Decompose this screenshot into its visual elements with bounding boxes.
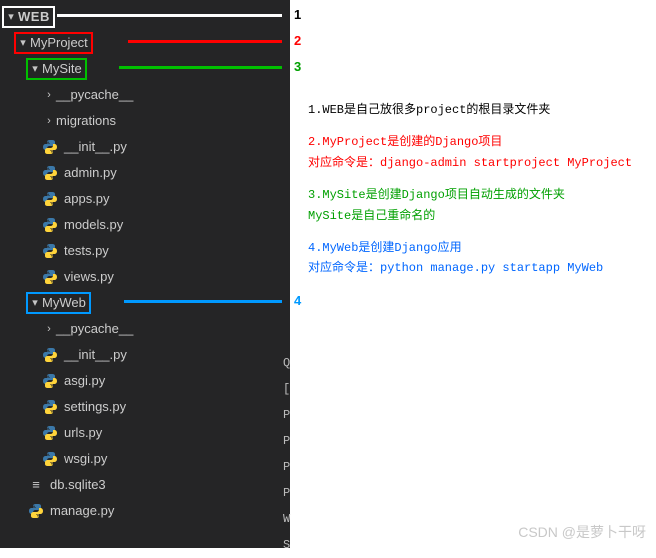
marker-number-1: 1	[294, 7, 301, 22]
python-file-icon	[42, 451, 58, 467]
chevron-down-icon: ▾	[28, 290, 42, 316]
marker-number-4: 4	[294, 293, 301, 308]
marker-number-2: 2	[294, 33, 301, 48]
folder-mysite[interactable]: ▾ MySite	[0, 56, 290, 82]
file-label: __pycache__	[56, 82, 133, 108]
file-explorer: ▾ WEB ▾ MyProject ▾ MySite ›__pycache__›…	[0, 0, 290, 548]
folder-web[interactable]: ▾ WEB	[0, 4, 290, 30]
note-1: 1.WEB是自己放很多project的根目录文件夹	[308, 100, 648, 120]
file-label: admin.py	[64, 160, 117, 186]
note-2: 2.MyProject是创建的Django项目 对应命令是：django-adm…	[308, 132, 648, 173]
file-label: settings.py	[64, 394, 126, 420]
folder-label: WEB	[18, 4, 50, 30]
file-item[interactable]: __init__.py	[0, 134, 290, 160]
file-label: __init__.py	[64, 134, 127, 160]
chevron-down-icon: ▾	[16, 30, 30, 56]
file-label: views.py	[64, 264, 114, 290]
folder-myweb[interactable]: ▾ MyWeb	[0, 290, 290, 316]
file-label: apps.py	[64, 186, 110, 212]
python-file-icon	[42, 399, 58, 415]
chevron-down-icon: ▾	[4, 4, 18, 30]
chevron-right-icon: ›	[42, 108, 56, 134]
annotation-notes: 1.WEB是自己放很多project的根目录文件夹 2.MyProject是创建…	[308, 100, 648, 291]
note-4: 4.MyWeb是创建Django应用 对应命令是：python manage.p…	[308, 238, 648, 279]
note-3: 3.MySite是创建Django项目自动生成的文件夹 MySite是自己重命名…	[308, 185, 648, 226]
python-file-icon	[42, 269, 58, 285]
file-item[interactable]: views.py	[0, 264, 290, 290]
python-file-icon	[42, 373, 58, 389]
folder-label: MyProject	[30, 30, 88, 56]
file-label: wsgi.py	[64, 446, 107, 472]
file-label: manage.py	[50, 498, 114, 524]
chevron-down-icon: ▾	[28, 56, 42, 82]
file-label: urls.py	[64, 420, 102, 446]
python-file-icon	[42, 243, 58, 259]
file-item[interactable]: tests.py	[0, 238, 290, 264]
folder-label: MyWeb	[42, 290, 86, 316]
folder-item[interactable]: ›__pycache__	[0, 82, 290, 108]
python-file-icon	[28, 503, 44, 519]
file-label: asgi.py	[64, 368, 105, 394]
marker-line-3	[119, 66, 282, 69]
folder-myproject[interactable]: ▾ MyProject	[0, 30, 290, 56]
marker-line-2	[128, 40, 282, 43]
folder-label: MySite	[42, 56, 82, 82]
python-file-icon	[42, 139, 58, 155]
chevron-right-icon: ›	[42, 82, 56, 108]
folder-item[interactable]: ›__pycache__	[0, 316, 290, 342]
file-label: models.py	[64, 212, 123, 238]
file-label: db.sqlite3	[50, 472, 106, 498]
file-item[interactable]: __init__.py	[0, 342, 290, 368]
marker-line-4	[124, 300, 282, 303]
file-item[interactable]: models.py	[0, 212, 290, 238]
python-file-icon	[42, 217, 58, 233]
file-label: __pycache__	[56, 316, 133, 342]
database-file-icon: ≡	[28, 477, 44, 493]
python-file-icon	[42, 425, 58, 441]
file-item[interactable]: asgi.py	[0, 368, 290, 394]
file-item[interactable]: ≡ db.sqlite3	[0, 472, 290, 498]
marker-line-1	[57, 14, 282, 17]
file-label: migrations	[56, 108, 116, 134]
file-item[interactable]: settings.py	[0, 394, 290, 420]
file-item[interactable]: manage.py	[0, 498, 290, 524]
file-label: __init__.py	[64, 342, 127, 368]
file-item[interactable]: apps.py	[0, 186, 290, 212]
python-file-icon	[42, 191, 58, 207]
marker-number-3: 3	[294, 59, 301, 74]
watermark: CSDN @是萝卜干呀	[518, 522, 646, 542]
right-edge-column: Q[PPPPWS	[283, 350, 290, 558]
folder-item[interactable]: ›migrations	[0, 108, 290, 134]
python-file-icon	[42, 347, 58, 363]
file-item[interactable]: wsgi.py	[0, 446, 290, 472]
file-item[interactable]: admin.py	[0, 160, 290, 186]
file-item[interactable]: urls.py	[0, 420, 290, 446]
python-file-icon	[42, 165, 58, 181]
file-label: tests.py	[64, 238, 109, 264]
chevron-right-icon: ›	[42, 316, 56, 342]
